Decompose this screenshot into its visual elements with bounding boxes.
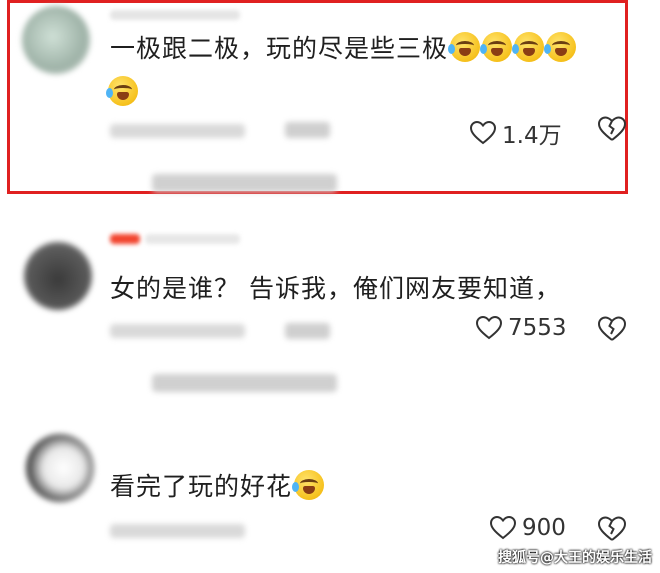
comment-text-content: 女的是谁？ 告诉我，俺们网友要知道， — [110, 274, 561, 303]
view-replies-blurred[interactable] — [152, 174, 337, 192]
laugh-cry-emoji — [480, 32, 513, 62]
like-button[interactable]: 7553 — [476, 315, 567, 341]
heart-icon — [476, 316, 502, 340]
like-button[interactable]: 1.4万 — [470, 116, 562, 150]
username-blurred[interactable] — [110, 10, 240, 20]
username-blurred[interactable] — [110, 234, 140, 244]
reply-button-blurred[interactable] — [285, 323, 330, 339]
avatar[interactable] — [24, 242, 92, 310]
comment-meta-blurred — [110, 524, 245, 538]
laugh-cry-emoji — [512, 32, 545, 62]
like-count: 900 — [522, 515, 566, 541]
avatar[interactable] — [22, 6, 90, 74]
laugh-cry-emoji — [106, 76, 138, 106]
heart-icon — [470, 121, 496, 145]
avatar[interactable] — [26, 434, 94, 502]
comment-text: 一极跟二极，玩的尽是些三极 — [110, 30, 577, 68]
like-count: 7553 — [508, 315, 567, 341]
comment-meta-blurred — [110, 124, 245, 138]
laugh-cry-emoji — [448, 32, 481, 62]
watermark: 搜狐号@大王的娱乐生活 — [498, 550, 652, 566]
comment-item: 女的是谁？ 告诉我，俺们网友要知道， 7553 — [0, 220, 660, 410]
broken-heart-icon[interactable] — [598, 116, 626, 142]
view-replies-blurred[interactable] — [152, 374, 337, 392]
broken-heart-icon[interactable] — [598, 316, 626, 342]
comment-text: 女的是谁？ 告诉我，俺们网友要知道， — [110, 270, 561, 308]
broken-heart-icon[interactable] — [598, 516, 626, 542]
reply-button-blurred[interactable] — [285, 122, 330, 138]
laugh-cry-emoji — [292, 470, 325, 500]
like-button[interactable]: 900 — [490, 515, 566, 541]
comment-text-content: 一极跟二极，玩的尽是些三极 — [110, 34, 449, 63]
comment-text-content: 看完了玩的好花 — [110, 472, 293, 501]
comment-emoji-overflow — [106, 76, 138, 106]
laugh-cry-emoji — [544, 32, 577, 62]
heart-icon — [490, 516, 516, 540]
like-count: 1.4万 — [502, 123, 562, 149]
comment-meta-blurred — [110, 324, 245, 338]
comment-item: 一极跟二极，玩的尽是些三极 1.4万 — [0, 0, 660, 200]
comment-text: 看完了玩的好花 — [110, 468, 325, 506]
username-blurred[interactable] — [145, 234, 240, 244]
